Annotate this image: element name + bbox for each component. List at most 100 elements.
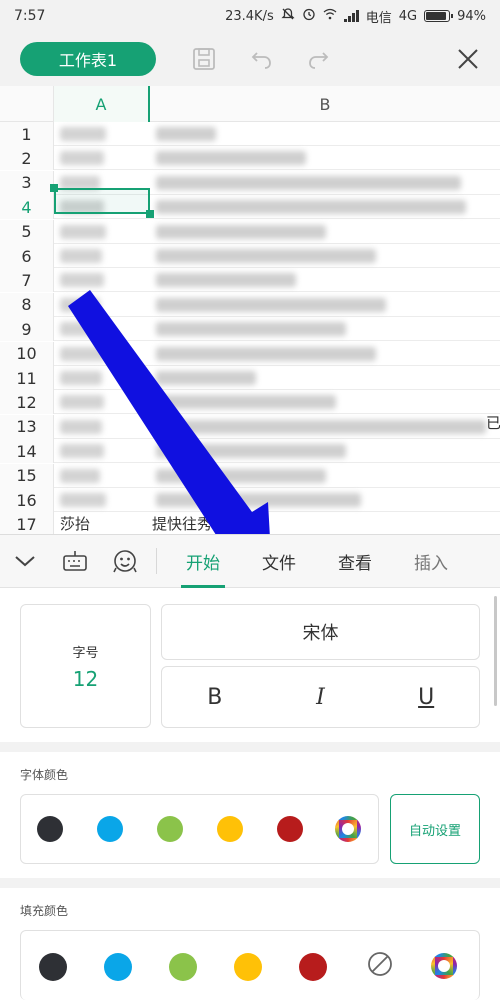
- row-number[interactable]: 5: [0, 219, 54, 244]
- close-icon[interactable]: [454, 45, 482, 73]
- italic-button[interactable]: I: [290, 685, 350, 710]
- cell-b-text[interactable]: 提快往秀乡 流程: [152, 513, 262, 534]
- row-number[interactable]: 1: [0, 122, 54, 146]
- blurred-cell-a[interactable]: [60, 419, 102, 434]
- selection-handle-bottom-right[interactable]: [146, 210, 154, 218]
- fill-color-swatch[interactable]: [169, 953, 197, 981]
- font-color-swatch[interactable]: [97, 816, 123, 842]
- table-row[interactable]: 6: [0, 244, 500, 268]
- font-color-swatch[interactable]: [37, 816, 63, 842]
- blurred-cell-b[interactable]: [156, 151, 306, 166]
- more-fill-colors-icon[interactable]: [431, 953, 457, 979]
- blurred-cell-b[interactable]: [156, 127, 216, 141]
- table-row[interactable]: 8: [0, 292, 500, 317]
- row-number[interactable]: 4: [0, 195, 54, 220]
- tab-start[interactable]: 开始: [165, 534, 241, 588]
- tab-file[interactable]: 文件: [241, 534, 317, 588]
- panel-scrollbar[interactable]: [494, 596, 497, 706]
- keyboard-icon[interactable]: [50, 534, 100, 588]
- fill-color-swatch[interactable]: [39, 953, 67, 981]
- blurred-cell-a[interactable]: [60, 322, 104, 337]
- blurred-cell-b[interactable]: [156, 493, 361, 507]
- row-number[interactable]: 15: [0, 463, 54, 488]
- cell-a-text[interactable]: 莎抬: [60, 513, 90, 534]
- blurred-cell-a[interactable]: [60, 224, 106, 239]
- table-row[interactable]: 13: [0, 414, 500, 439]
- undo-icon[interactable]: [248, 45, 276, 73]
- auto-color-button[interactable]: 自动设置: [390, 794, 480, 864]
- selected-cell[interactable]: [54, 188, 150, 214]
- row-number[interactable]: 9: [0, 317, 54, 342]
- bold-button[interactable]: B: [185, 685, 245, 710]
- blurred-cell-a[interactable]: [60, 371, 102, 385]
- table-row[interactable]: 11: [0, 366, 500, 390]
- collapse-icon[interactable]: [0, 534, 50, 588]
- blurred-cell-b[interactable]: [156, 419, 486, 434]
- row-number[interactable]: 3: [0, 170, 54, 195]
- blurred-cell-b[interactable]: [156, 444, 346, 459]
- row-number[interactable]: 8: [0, 292, 54, 317]
- table-row[interactable]: 7: [0, 268, 500, 293]
- blurred-cell-a[interactable]: [60, 468, 100, 483]
- table-row[interactable]: 9: [0, 317, 500, 342]
- blurred-cell-b[interactable]: [156, 200, 466, 215]
- no-fill-icon[interactable]: [367, 951, 393, 981]
- row-number[interactable]: 7: [0, 268, 54, 293]
- font-color-swatch[interactable]: [157, 816, 183, 842]
- selection-handle-top-left[interactable]: [50, 184, 58, 192]
- blurred-cell-b[interactable]: [156, 371, 256, 385]
- row-number[interactable]: 2: [0, 146, 54, 171]
- font-name-button[interactable]: 宋体: [161, 604, 480, 660]
- sheet-name-button[interactable]: 工作表1: [20, 42, 156, 76]
- row-number[interactable]: 11: [0, 366, 54, 390]
- blurred-cell-b[interactable]: [156, 273, 296, 288]
- blurred-cell-b[interactable]: [156, 297, 386, 312]
- blurred-cell-a[interactable]: [60, 346, 106, 361]
- blurred-cell-a[interactable]: [60, 444, 104, 459]
- fill-color-swatch[interactable]: [234, 953, 262, 981]
- font-size-button[interactable]: 字号 12: [20, 604, 151, 728]
- blurred-cell-b[interactable]: [156, 249, 376, 263]
- blurred-cell-a[interactable]: [60, 297, 100, 312]
- table-row[interactable]: 1: [0, 122, 500, 146]
- table-row[interactable]: 16: [0, 488, 500, 512]
- tab-insert[interactable]: 插入: [393, 534, 469, 588]
- column-header-b[interactable]: B: [150, 86, 500, 122]
- table-row[interactable]: 15: [0, 463, 500, 488]
- row-number[interactable]: 14: [0, 439, 54, 464]
- blurred-cell-b[interactable]: [156, 322, 346, 337]
- table-row[interactable]: 2: [0, 146, 500, 171]
- blurred-cell-a[interactable]: [60, 127, 106, 141]
- table-row[interactable]: 5: [0, 219, 500, 244]
- table-row[interactable]: 12: [0, 390, 500, 415]
- row-number[interactable]: 13: [0, 414, 54, 439]
- blurred-cell-b[interactable]: [156, 175, 461, 190]
- row-number[interactable]: 17: [0, 512, 54, 534]
- blurred-cell-a[interactable]: [60, 273, 104, 288]
- table-row[interactable]: 14: [0, 439, 500, 464]
- row-number[interactable]: 10: [0, 341, 54, 366]
- fill-color-swatch[interactable]: [299, 953, 327, 981]
- blurred-cell-b[interactable]: [156, 468, 326, 483]
- more-colors-icon[interactable]: [335, 816, 361, 842]
- table-row[interactable]: 17 莎抬 提快往秀乡 流程: [0, 512, 500, 534]
- fill-color-swatch[interactable]: [104, 953, 132, 981]
- save-icon[interactable]: [190, 45, 218, 73]
- spreadsheet-grid[interactable]: A B 1 2 3 4 5 6 7 8 9 10 11 12 13 14 15 16 17 莎抬 提快往秀乡 流程 …: [0, 86, 500, 534]
- blurred-cell-a[interactable]: [60, 493, 106, 507]
- redo-icon[interactable]: [304, 45, 332, 73]
- blurred-cell-a[interactable]: [60, 249, 102, 263]
- select-all-corner[interactable]: [0, 86, 54, 122]
- blurred-cell-a[interactable]: [60, 151, 104, 166]
- blurred-cell-b[interactable]: [156, 346, 376, 361]
- font-color-swatch[interactable]: [277, 816, 303, 842]
- row-number[interactable]: 12: [0, 390, 54, 415]
- font-color-swatch[interactable]: [217, 816, 243, 842]
- underline-button[interactable]: U: [396, 685, 456, 710]
- row-number[interactable]: 16: [0, 488, 54, 512]
- column-header-a[interactable]: A: [54, 86, 150, 122]
- blurred-cell-b[interactable]: [156, 224, 326, 239]
- table-row[interactable]: 10: [0, 341, 500, 366]
- face-icon[interactable]: [100, 534, 150, 588]
- blurred-cell-a[interactable]: [60, 395, 104, 410]
